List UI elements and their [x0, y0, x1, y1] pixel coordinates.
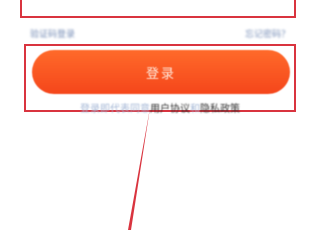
annotation-arrow-shape — [128, 108, 150, 230]
alternate-login-link[interactable]: 验证码登录 — [30, 27, 75, 40]
agreement-prefix: 登录即代表同意 — [80, 104, 150, 115]
agreement-separator: 和 — [190, 104, 200, 115]
login-screen: 验证码登录 忘记密码？ 登录 登录即代表同意用户协议和隐私政策 — [0, 0, 320, 240]
login-button-label: 登录 — [145, 66, 176, 82]
forgot-password-link[interactable]: 忘记密码？ — [245, 27, 290, 40]
input-area-highlight — [20, 0, 296, 18]
privacy-policy-link[interactable]: 隐私政策 — [200, 104, 240, 115]
agreement-text: 登录即代表同意用户协议和隐私政策 — [0, 100, 320, 115]
login-links-row: 验证码登录 忘记密码？ — [30, 26, 290, 40]
login-button[interactable]: 登录 — [32, 50, 290, 94]
user-agreement-link[interactable]: 用户协议 — [150, 104, 190, 115]
